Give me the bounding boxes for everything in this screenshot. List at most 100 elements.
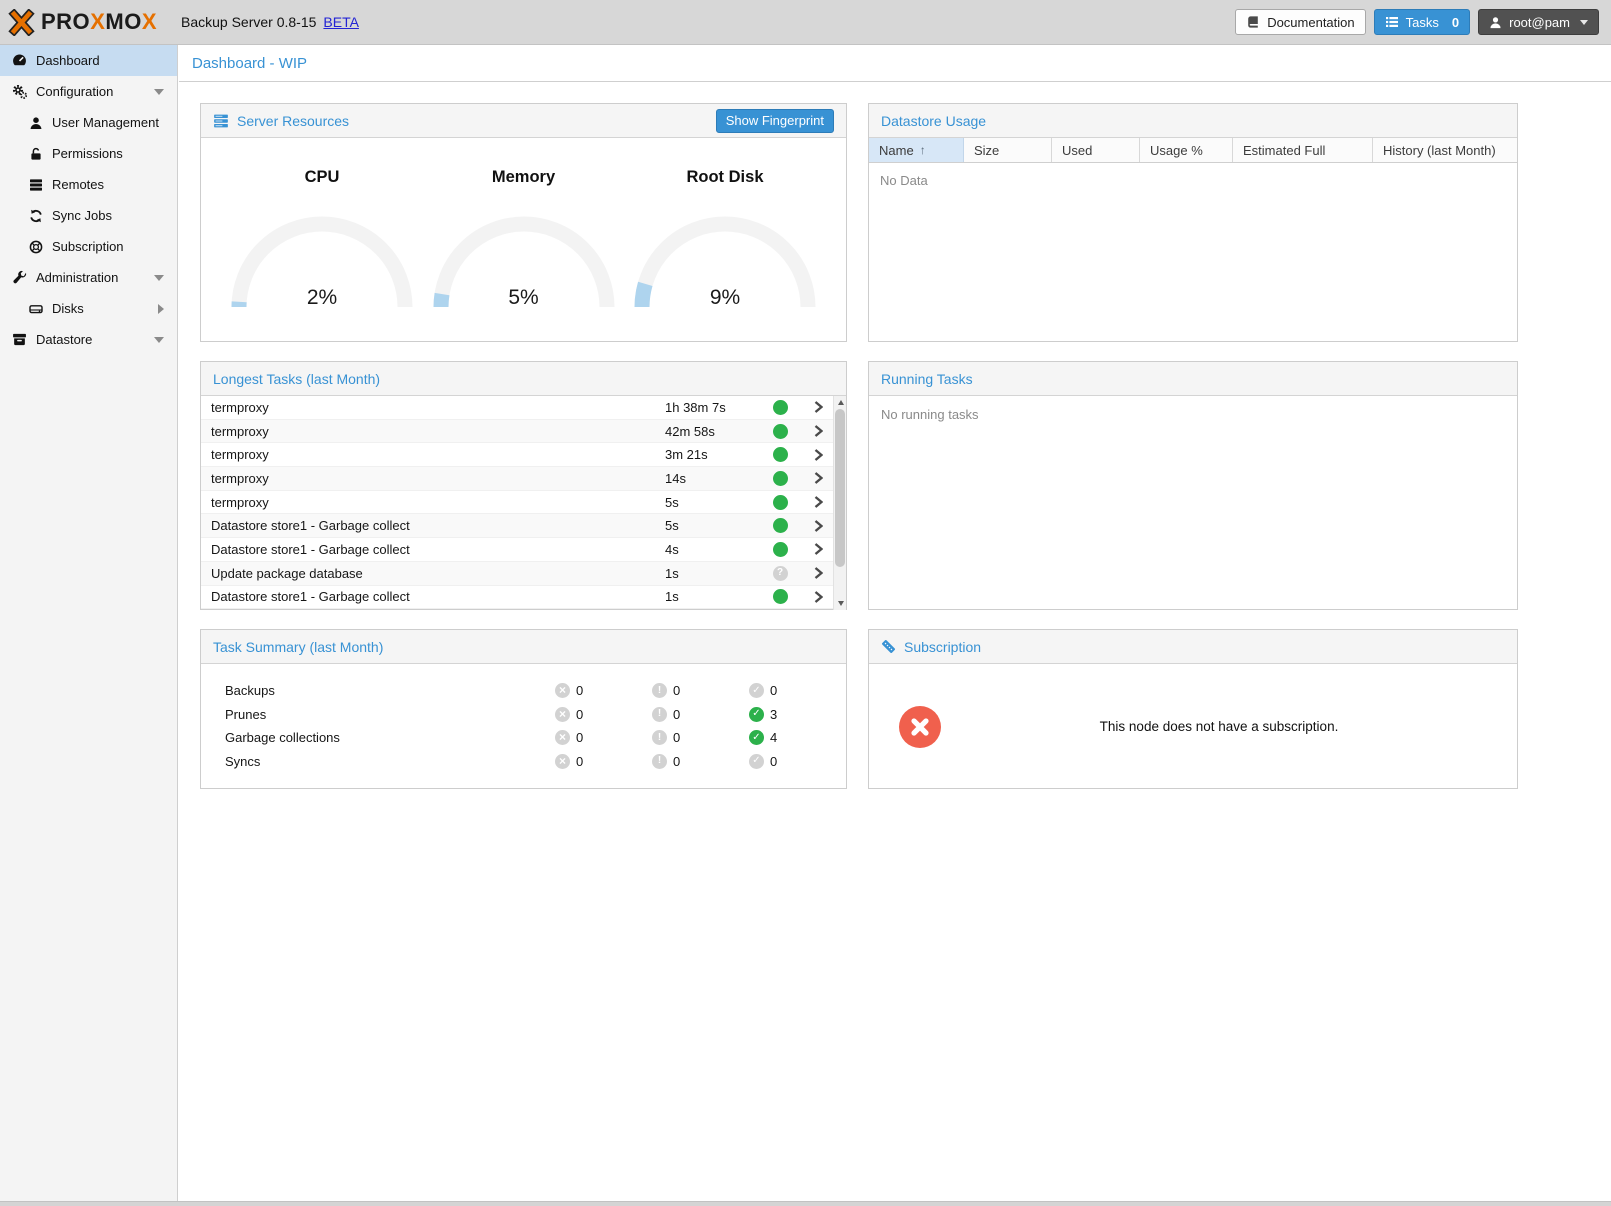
life-ring-icon (29, 240, 43, 254)
task-status-icon (773, 495, 788, 510)
task-status-icon (773, 589, 788, 604)
tasks-count-badge: 0 (1452, 15, 1459, 30)
scrollbar[interactable] (833, 396, 846, 610)
sidebar-item-administration[interactable]: Administration (0, 262, 177, 293)
sidebar-item-subscription[interactable]: Subscription (0, 231, 177, 262)
warning-status-icon (652, 683, 667, 698)
sidebar-item-remotes[interactable]: Remotes (0, 169, 177, 200)
beta-link[interactable]: BETA (323, 14, 359, 30)
chevron-down-icon[interactable] (154, 89, 164, 95)
chevron-right-icon[interactable] (803, 449, 833, 461)
ok-status-icon (749, 683, 764, 698)
task-row[interactable]: termproxy 14s (201, 467, 833, 491)
task-list-icon (1385, 15, 1399, 29)
top-header-bar: PROXMOX Backup Server 0.8-15 BETA Docume… (0, 0, 1611, 45)
sidebar-item-configuration[interactable]: Configuration (0, 76, 177, 107)
server-icon (29, 178, 43, 192)
ticket-icon (881, 639, 896, 654)
sync-icon (29, 209, 43, 223)
warning-status-icon (652, 707, 667, 722)
chevron-down-icon (1580, 20, 1588, 25)
sidebar-item-dashboard[interactable]: Dashboard (0, 45, 177, 76)
page-title: Dashboard - WIP (179, 45, 1611, 82)
subscription-message: This node does not have a subscription. (941, 719, 1517, 734)
task-row[interactable]: Update package database 1s (201, 562, 833, 586)
sidebar-nav: Dashboard Configuration User Management … (0, 45, 178, 1201)
panel-title: Task Summary (last Month) (213, 639, 383, 655)
panel-title: Datastore Usage (881, 113, 986, 129)
sidebar-item-user-management[interactable]: User Management (0, 107, 177, 138)
chevron-down-icon[interactable] (154, 337, 164, 343)
user-icon (29, 116, 43, 130)
scroll-up-button[interactable] (834, 396, 846, 409)
show-fingerprint-button[interactable]: Show Fingerprint (716, 109, 834, 133)
summary-row-garbage-collections: Garbage collections 0 0 4 (201, 726, 846, 750)
user-icon (1489, 16, 1502, 29)
task-row[interactable]: termproxy 1h 38m 7s (201, 396, 833, 420)
column-header-used[interactable]: Used (1052, 138, 1140, 162)
warning-status-icon (652, 730, 667, 745)
chevron-right-icon[interactable] (158, 304, 164, 314)
sort-ascending-icon: ↑ (920, 143, 926, 157)
task-summary-panel: Task Summary (last Month) Backups 0 0 0 … (200, 629, 847, 789)
longest-tasks-panel: Longest Tasks (last Month) termproxy 1h … (200, 361, 847, 610)
column-header-history[interactable]: History (last Month) (1373, 138, 1517, 162)
task-status-icon (773, 542, 788, 557)
memory-gauge: Memory 5% (429, 168, 619, 342)
cpu-gauge: CPU 2% (227, 168, 417, 342)
error-status-icon (555, 707, 570, 722)
sidebar-item-disks[interactable]: Disks (0, 293, 177, 324)
error-status-icon (555, 754, 570, 769)
ok-status-icon (749, 707, 764, 722)
chevron-down-icon[interactable] (154, 275, 164, 281)
column-header-name[interactable]: Name ↑ (869, 138, 964, 162)
chevron-right-icon[interactable] (803, 520, 833, 532)
proxmox-x-mark-icon (8, 9, 35, 36)
archive-icon (12, 332, 27, 347)
task-row[interactable]: termproxy 42m 58s (201, 420, 833, 444)
task-status-icon (773, 400, 788, 415)
sidebar-item-sync-jobs[interactable]: Sync Jobs (0, 200, 177, 231)
main-content: Dashboard - WIP Server Resource (179, 45, 1611, 1201)
documentation-button[interactable]: Documentation (1235, 9, 1365, 35)
scrollbar-thumb[interactable] (835, 409, 845, 567)
task-row[interactable]: Datastore store1 - Garbage collect 4s (201, 538, 833, 562)
summary-row-syncs: Syncs 0 0 0 (201, 750, 846, 774)
scroll-down-button[interactable] (834, 597, 846, 610)
chevron-right-icon[interactable] (803, 543, 833, 555)
hdd-icon (29, 302, 43, 316)
task-status-icon (773, 424, 788, 439)
server-resources-panel: Server Resources Show Fingerprint CPU 2% (200, 103, 847, 342)
chevron-right-icon[interactable] (803, 567, 833, 579)
user-menu-button[interactable]: root@pam (1478, 9, 1599, 35)
sidebar-item-permissions[interactable]: Permissions (0, 138, 177, 169)
chevron-right-icon[interactable] (803, 591, 833, 603)
root-disk-gauge: Root Disk 9% (630, 168, 820, 342)
tasks-button[interactable]: Tasks 0 (1374, 9, 1470, 35)
column-header-size[interactable]: Size (964, 138, 1052, 162)
panel-title: Longest Tasks (last Month) (213, 371, 380, 387)
task-row[interactable]: termproxy 5s (201, 491, 833, 515)
chevron-right-icon[interactable] (803, 496, 833, 508)
sidebar-item-datastore[interactable]: Datastore (0, 324, 177, 355)
panel-title: Running Tasks (881, 371, 973, 387)
proxmox-logo: PROXMOX (0, 9, 178, 36)
gears-icon (12, 84, 27, 99)
column-header-estimated-full[interactable]: Estimated Full (1233, 138, 1373, 162)
warning-status-icon (652, 754, 667, 769)
no-data-label: No Data (869, 163, 1517, 198)
book-icon (1246, 15, 1260, 29)
task-row[interactable]: termproxy 3m 21s (201, 443, 833, 467)
chevron-right-icon[interactable] (803, 401, 833, 413)
running-tasks-panel: Running Tasks No running tasks (868, 361, 1518, 610)
server-resources-icon (213, 113, 229, 129)
task-row[interactable]: Datastore store1 - Garbage collect 1s (201, 586, 833, 610)
no-running-tasks-label: No running tasks (869, 396, 1517, 433)
panel-title: Server Resources (237, 113, 349, 129)
task-row[interactable]: Datastore store1 - Garbage collect 5s (201, 514, 833, 538)
column-header-usage-pct[interactable]: Usage % (1140, 138, 1233, 162)
chevron-right-icon[interactable] (803, 425, 833, 437)
longest-tasks-list: termproxy 1h 38m 7s termproxy 42m 58s te… (201, 396, 846, 610)
error-status-icon (555, 730, 570, 745)
chevron-right-icon[interactable] (803, 472, 833, 484)
